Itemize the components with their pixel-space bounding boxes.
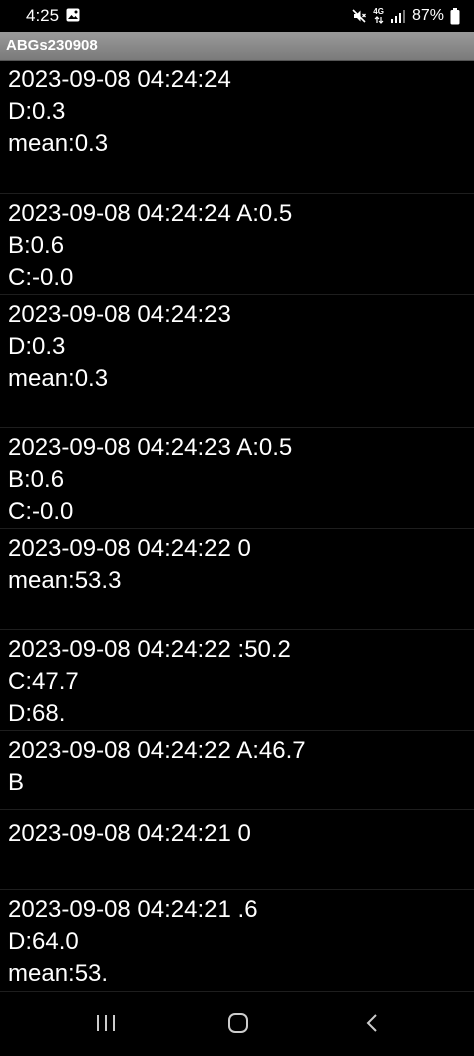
status-icons: 4G 87% <box>351 6 460 26</box>
log-line: D:0.3 <box>8 333 66 360</box>
battery-percent: 87% <box>411 7 444 24</box>
home-button[interactable] <box>218 1010 258 1040</box>
battery-icon <box>450 7 460 25</box>
log-line: 2023-09-08 04:24:22 A:46.7 <box>8 737 306 764</box>
log-line: mean:0.3 <box>8 365 109 392</box>
log-line: 2023-09-08 04:24:23 <box>8 301 231 328</box>
log-line: C:-0.0 <box>8 264 74 291</box>
network-label: 4G <box>373 7 384 16</box>
status-time: 4:25 <box>26 6 60 25</box>
log-line: D:64.0 <box>8 928 79 955</box>
log-entry[interactable]: 2023-09-08 04:24:21 .6 D:64.0 mean:53. <box>0 890 474 992</box>
log-line: 2023-09-08 04:24:22 0 <box>8 535 251 562</box>
log-line: 2023-09-08 04:24:24 <box>8 66 231 93</box>
app-title: ABGs230908 <box>6 37 98 54</box>
log-entry[interactable]: 2023-09-08 04:24:23 D:0.3 mean:0.3 <box>0 295 474 428</box>
signal-icon <box>390 9 406 23</box>
log-line: B:0.6 <box>8 466 65 493</box>
back-button[interactable] <box>352 1010 392 1040</box>
log-line: D:68. <box>8 700 66 727</box>
log-entry[interactable]: 2023-09-08 04:24:22 A:46.7 B <box>0 731 474 810</box>
back-icon <box>365 1013 379 1038</box>
log-entry[interactable]: 2023-09-08 04:24:24 D:0.3 mean:0.3 <box>0 62 474 194</box>
app-title-bar: ABGs230908 <box>0 32 474 61</box>
log-line: mean:53.3 <box>8 567 122 594</box>
log-line: C:47.7 <box>8 668 79 695</box>
log-line: 2023-09-08 04:24:24 A:0.5 <box>8 200 293 227</box>
log-entry[interactable]: 2023-09-08 04:24:21 0 <box>0 810 474 890</box>
status-bar: 4:25 4G 87% <box>0 0 474 32</box>
log-list[interactable]: 2023-09-08 04:24:24 D:0.3 mean:0.3 2023-… <box>0 62 474 992</box>
navigation-bar <box>0 992 474 1056</box>
recent-apps-icon <box>95 1014 117 1037</box>
log-line: C:-0.0 <box>8 498 74 525</box>
log-line: mean:0.3 <box>8 130 109 157</box>
recent-apps-button[interactable] <box>86 1010 126 1040</box>
home-icon <box>227 1012 249 1039</box>
log-entry[interactable]: 2023-09-08 04:24:24 A:0.5 B:0.6 C:-0.0 <box>0 194 474 295</box>
log-entry[interactable]: 2023-09-08 04:24:22 0 mean:53.3 <box>0 529 474 630</box>
log-line: 2023-09-08 04:24:21 .6 <box>8 896 258 923</box>
log-entry[interactable]: 2023-09-08 04:24:22 :50.2 C:47.7 D:68. <box>0 630 474 731</box>
log-line: 2023-09-08 04:24:23 A:0.5 <box>8 434 293 461</box>
log-line: B:0.6 <box>8 232 65 259</box>
mute-icon <box>351 8 367 24</box>
log-line: B <box>8 769 25 796</box>
gallery-icon <box>66 8 80 22</box>
log-line: mean:53. <box>8 960 109 987</box>
log-entry[interactable]: 2023-09-08 04:24:23 A:0.5 B:0.6 C:-0.0 <box>0 428 474 529</box>
log-line: D:0.3 <box>8 98 66 125</box>
log-line: 2023-09-08 04:24:22 :50.2 <box>8 636 291 663</box>
network-4g-icon: 4G <box>373 8 384 24</box>
log-line: 2023-09-08 04:24:21 0 <box>8 820 251 847</box>
